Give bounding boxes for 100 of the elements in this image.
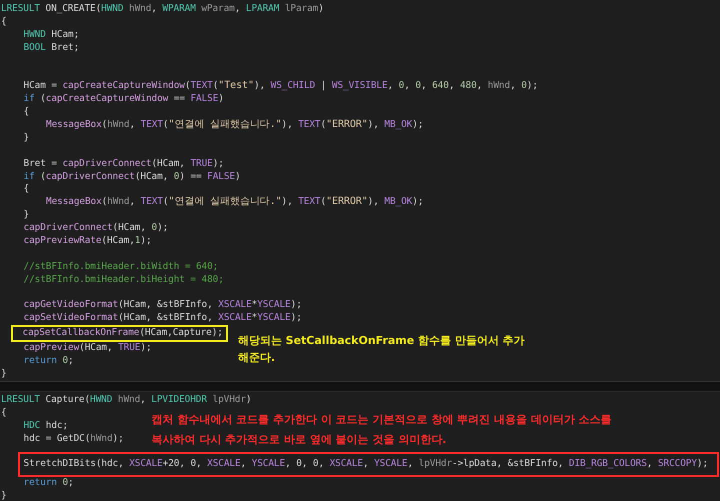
code-token: XSCALE [207,458,241,470]
code-token: hWnd [488,80,510,92]
code-comment: //stBFInfo.bmiHeader.biHeight = 480; [24,274,224,285]
code-token: ) [318,3,324,14]
code-token: , [130,119,136,130]
code-token: HWND [24,28,46,40]
code-token: ); [290,299,302,310]
code-token: 0 [174,170,180,182]
code-token: TEXT [298,196,320,208]
code-token: hdc = GetDC( [24,432,90,444]
code-comment: //stBFInfo.bmiHeader.biWidth = 640; [24,260,218,272]
code-token: XSCALE [129,458,163,470]
code-token: HCam = [24,80,58,92]
annotation-text: 해당되는 SetCallbackOnFrame 함수를 만들어서 추가 해준다. [238,333,525,366]
code-token: lpVHdr [212,394,246,405]
code-token: { [1,16,7,27]
code-token: 0 [521,80,527,92]
code-token: } [1,368,7,379]
code-token: lpVHdr [418,458,452,470]
code-token: ), [368,119,380,130]
code-token: , [151,3,158,14]
code-token: ( [39,170,46,182]
code-token: (HCam, [101,235,135,246]
code-token: MB_OK [384,196,412,208]
code-token: MB_OK [384,119,412,130]
code-token: ); [290,312,302,324]
code-token: 0 [398,80,404,92]
code-token: , [404,80,411,92]
code-token: "연결에 실패했습니다." [168,196,282,208]
code-token: TEXT [140,119,163,130]
code-token: WPARAM [162,3,196,14]
code-token: ); [157,222,168,234]
code-token: , [388,80,394,92]
code-token: 0 [62,355,68,366]
code-token: hWnd [107,119,130,130]
code-token: if [24,93,35,104]
code-token: , [448,80,456,92]
code-token: DIB_RGB_COLORS [568,458,647,470]
code-token: ); [412,196,424,208]
code-token: ( [320,196,326,208]
code-token: 480 [460,80,477,92]
code-token: ); [112,432,124,444]
code-token: Bret = [24,158,58,169]
code-token: TRUE [118,342,140,354]
code-token: lParam [284,3,318,14]
code-token: capDriverConnect [46,170,135,182]
code-token: ), [254,80,266,92]
annotation-text: 캡처 함수내에서 코드를 추가한다 이 코드는 기본적으로 창에 뿌려진 내용을 데이터가 소스를 복사하여 다시 추가적으로 바로 옆에 붙이는 것을 의미한다. [152,412,612,448]
code-token: , [234,3,242,14]
code-token: 0 [62,477,68,488]
code-token: (HCam,Capture); [139,327,223,338]
code-token: ; [68,355,74,366]
code-token: ), [282,119,294,130]
code-token: +20, 0, [162,458,203,470]
code-token: return [24,355,58,366]
code-token: FALSE [190,93,218,104]
code-token: , [510,80,517,92]
code-token: , [140,394,147,405]
code-token: ); [412,119,424,130]
code-token: , [646,458,654,470]
code-token: 0 [151,222,158,234]
code-token: , [420,80,428,92]
code-token: TEXT [298,119,320,130]
code-token: } [24,132,30,143]
code-token: WS_VISIBLE [332,80,388,92]
code-token: ) [246,394,252,405]
code-token: (HCam, &stBFInfo, [118,312,214,324]
code-token: 1 [134,235,140,246]
code-token: YSCALE [374,458,408,470]
code-token: 640 [432,80,449,92]
code-token: ( [184,80,190,92]
code-token: (HCam, [112,222,147,234]
code-token: | [320,80,328,92]
code-token: FALSE [207,170,235,182]
code-token: capSetVideoFormat [24,312,118,324]
code-token: ), [368,196,380,208]
code-token: HCam; [50,28,80,40]
code-token: { [24,183,30,194]
code-token: TEXT [140,196,163,208]
code-token: ), [282,196,294,208]
code-token: capDriverConnect [24,222,113,234]
code-token: XSCALE [330,458,363,470]
code-token: Bret; [50,42,80,53]
code-token: HWND [90,394,112,405]
code-token: ( [162,196,168,208]
code-token: capSetCallbackOnFrame [22,327,140,338]
code-token: "Test" [218,80,254,92]
code-token: ( [39,93,46,104]
code-token: 0 [415,80,421,92]
code-token: "연결에 실패했습니다." [168,119,282,130]
code-token: TEXT [190,80,213,92]
code-token: "ERROR" [326,119,368,130]
code-token: ( [212,80,218,92]
code-token: } [1,490,7,501]
code-token: capDriverConnect [62,158,152,169]
code-token: { [1,406,7,418]
code-token: , [362,458,370,470]
code-token: ( [102,119,108,130]
code-token: SRCCOPY [658,458,697,470]
code-token: hWnd [107,196,130,208]
